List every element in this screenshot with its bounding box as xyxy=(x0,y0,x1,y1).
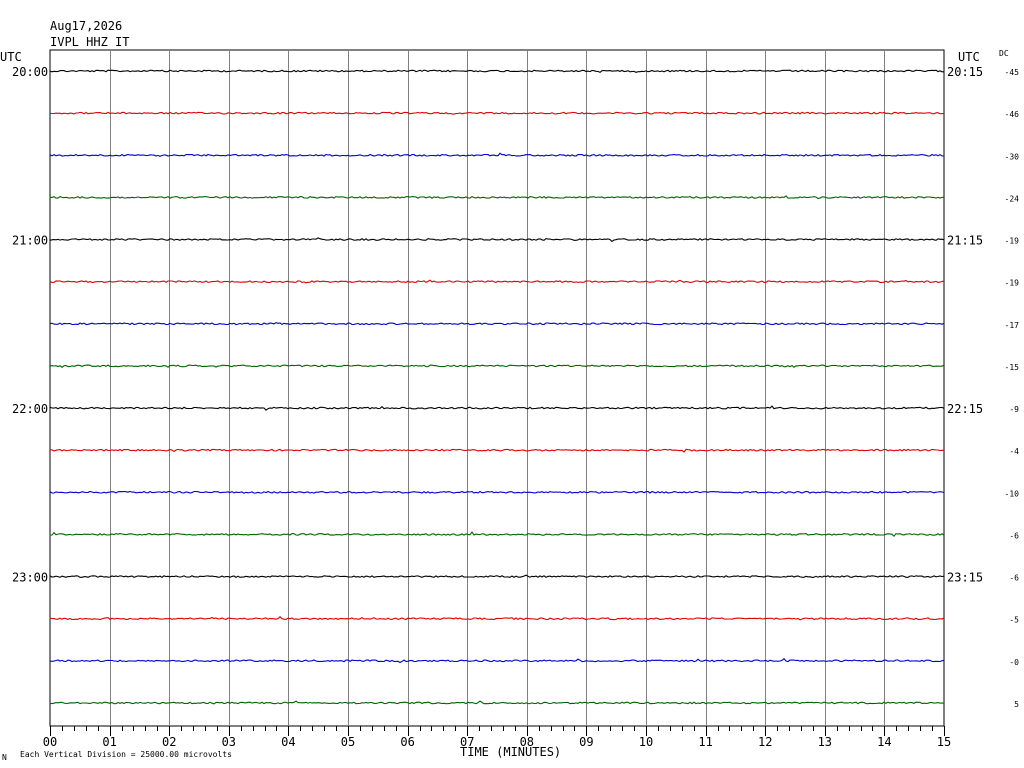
dc-values: -45 -46 -30 -24 -19 -19 -17 -15 -9 -4 -10 -6 -6 -5 -0 5 xyxy=(1005,68,1020,709)
dc-value: -6 xyxy=(1009,531,1019,540)
right-time-labels: 20:15 21:15 22:15 23:15 xyxy=(947,65,983,585)
trace-line xyxy=(49,111,945,115)
trace-line xyxy=(49,574,945,578)
x-tick-label: 01 xyxy=(102,735,116,749)
dc-value: -46 xyxy=(1005,110,1020,119)
corner-mark: N xyxy=(2,753,7,762)
x-tick-label: 06 xyxy=(400,735,414,749)
x-tick-label: 09 xyxy=(579,735,593,749)
left-time-label: 22:00 xyxy=(12,402,48,416)
dc-value: -4 xyxy=(1009,447,1019,456)
trace-line xyxy=(49,490,945,494)
right-time-label: 21:15 xyxy=(947,234,983,248)
dc-value: -24 xyxy=(1005,194,1020,203)
x-tick-label: 11 xyxy=(698,735,712,749)
helicorder-chart: Aug17,2026 IVPL HHZ IT UTC UTC DC 20:002… xyxy=(0,19,1020,762)
left-time-label: 23:00 xyxy=(12,571,48,585)
dc-value: -17 xyxy=(1005,321,1020,330)
x-tick-label: 15 xyxy=(937,735,951,749)
header-station: IVPL HHZ IT xyxy=(50,35,129,49)
x-axis-ticks xyxy=(50,726,945,736)
dc-value: -10 xyxy=(1005,489,1020,498)
trace-lines xyxy=(49,69,945,705)
dc-value: -45 xyxy=(1005,68,1020,77)
x-tick-label: 14 xyxy=(877,735,891,749)
trace-line xyxy=(49,616,945,621)
plot-frame xyxy=(49,49,945,727)
dc-value: -0 xyxy=(1009,658,1019,667)
trace-line xyxy=(49,279,945,284)
dc-value: -5 xyxy=(1009,616,1019,625)
dc-value: -6 xyxy=(1009,574,1019,583)
x-tick-label: 02 xyxy=(162,735,176,749)
left-time-label: 20:00 xyxy=(12,65,48,79)
x-tick-label: 00 xyxy=(43,735,57,749)
right-time-label: 20:15 xyxy=(947,65,983,79)
trace-line xyxy=(49,448,944,453)
left-time-label: 21:00 xyxy=(12,234,48,248)
trace-line xyxy=(49,195,945,200)
trace-line xyxy=(49,69,944,74)
right-time-label: 22:15 xyxy=(947,402,983,416)
x-tick-label: 10 xyxy=(639,735,653,749)
x-tick-label: 05 xyxy=(341,735,355,749)
grid-lines xyxy=(110,50,885,726)
dc-value: 5 xyxy=(1014,700,1019,709)
right-time-label: 23:15 xyxy=(947,571,983,585)
left-time-labels: 20:00 21:00 22:00 23:00 xyxy=(12,65,48,585)
x-tick-label: 03 xyxy=(222,735,236,749)
header-date: Aug17,2026 xyxy=(50,19,122,33)
right-axis-label: UTC xyxy=(958,50,980,64)
trace-line xyxy=(49,364,945,369)
dc-value: -15 xyxy=(1005,363,1020,372)
dc-label: DC xyxy=(999,49,1009,58)
dc-value: -9 xyxy=(1009,405,1019,414)
trace-line xyxy=(49,152,945,157)
trace-line xyxy=(49,531,945,538)
x-tick-label: 04 xyxy=(281,735,295,749)
x-axis-label: TIME (MINUTES) xyxy=(460,745,561,759)
x-tick-label: 12 xyxy=(758,735,772,749)
x-tick-label: 13 xyxy=(818,735,832,749)
trace-line xyxy=(49,657,945,664)
trace-line xyxy=(49,237,945,243)
dc-value: -19 xyxy=(1005,279,1020,288)
scale-note: Each Vertical Division = 25000.00 microv… xyxy=(20,750,232,759)
left-axis-label: UTC xyxy=(0,50,22,64)
trace-line xyxy=(49,405,945,411)
dc-value: -19 xyxy=(1005,237,1020,246)
trace-line xyxy=(49,700,945,705)
dc-value: -30 xyxy=(1005,152,1020,161)
trace-line xyxy=(49,322,945,326)
